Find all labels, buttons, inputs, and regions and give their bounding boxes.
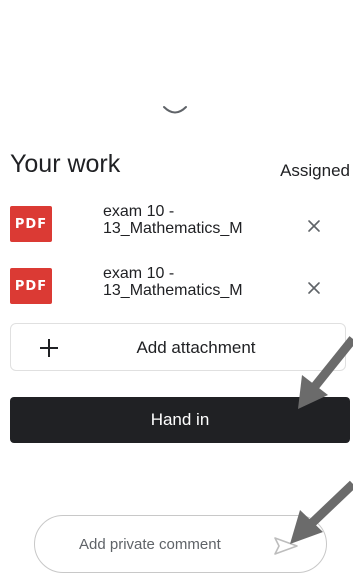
assignment-status: Assigned — [280, 161, 350, 180]
attachment-name-line: exam 10 - 13_Mathematics_M — [103, 203, 243, 237]
private-comment-field[interactable]: Add private comment — [34, 515, 327, 573]
pdf-icon: PDF — [10, 268, 52, 304]
close-icon[interactable] — [306, 218, 322, 234]
attachment-name-line: exam 10 - 13_Mathematics_M — [103, 265, 243, 299]
attachment-item[interactable]: PDF exam 10 - 13_Mathematics_M — [10, 262, 340, 316]
attachment-name: exam 10 - 13_Mathematics_M — [103, 265, 283, 299]
attachment-item[interactable]: PDF exam 10 - 13_Mathematics_M — [10, 200, 340, 254]
your-work-title: Your work — [10, 150, 121, 178]
chevron-down-icon[interactable] — [162, 104, 188, 118]
attachment-name: exam 10 - 13_Mathematics_M — [103, 203, 283, 237]
comment-placeholder: Add private comment — [79, 536, 221, 553]
pdf-icon: PDF — [10, 206, 52, 242]
close-icon[interactable] — [306, 280, 322, 296]
annotation-arrow — [290, 480, 353, 544]
annotation-arrow — [298, 336, 353, 409]
